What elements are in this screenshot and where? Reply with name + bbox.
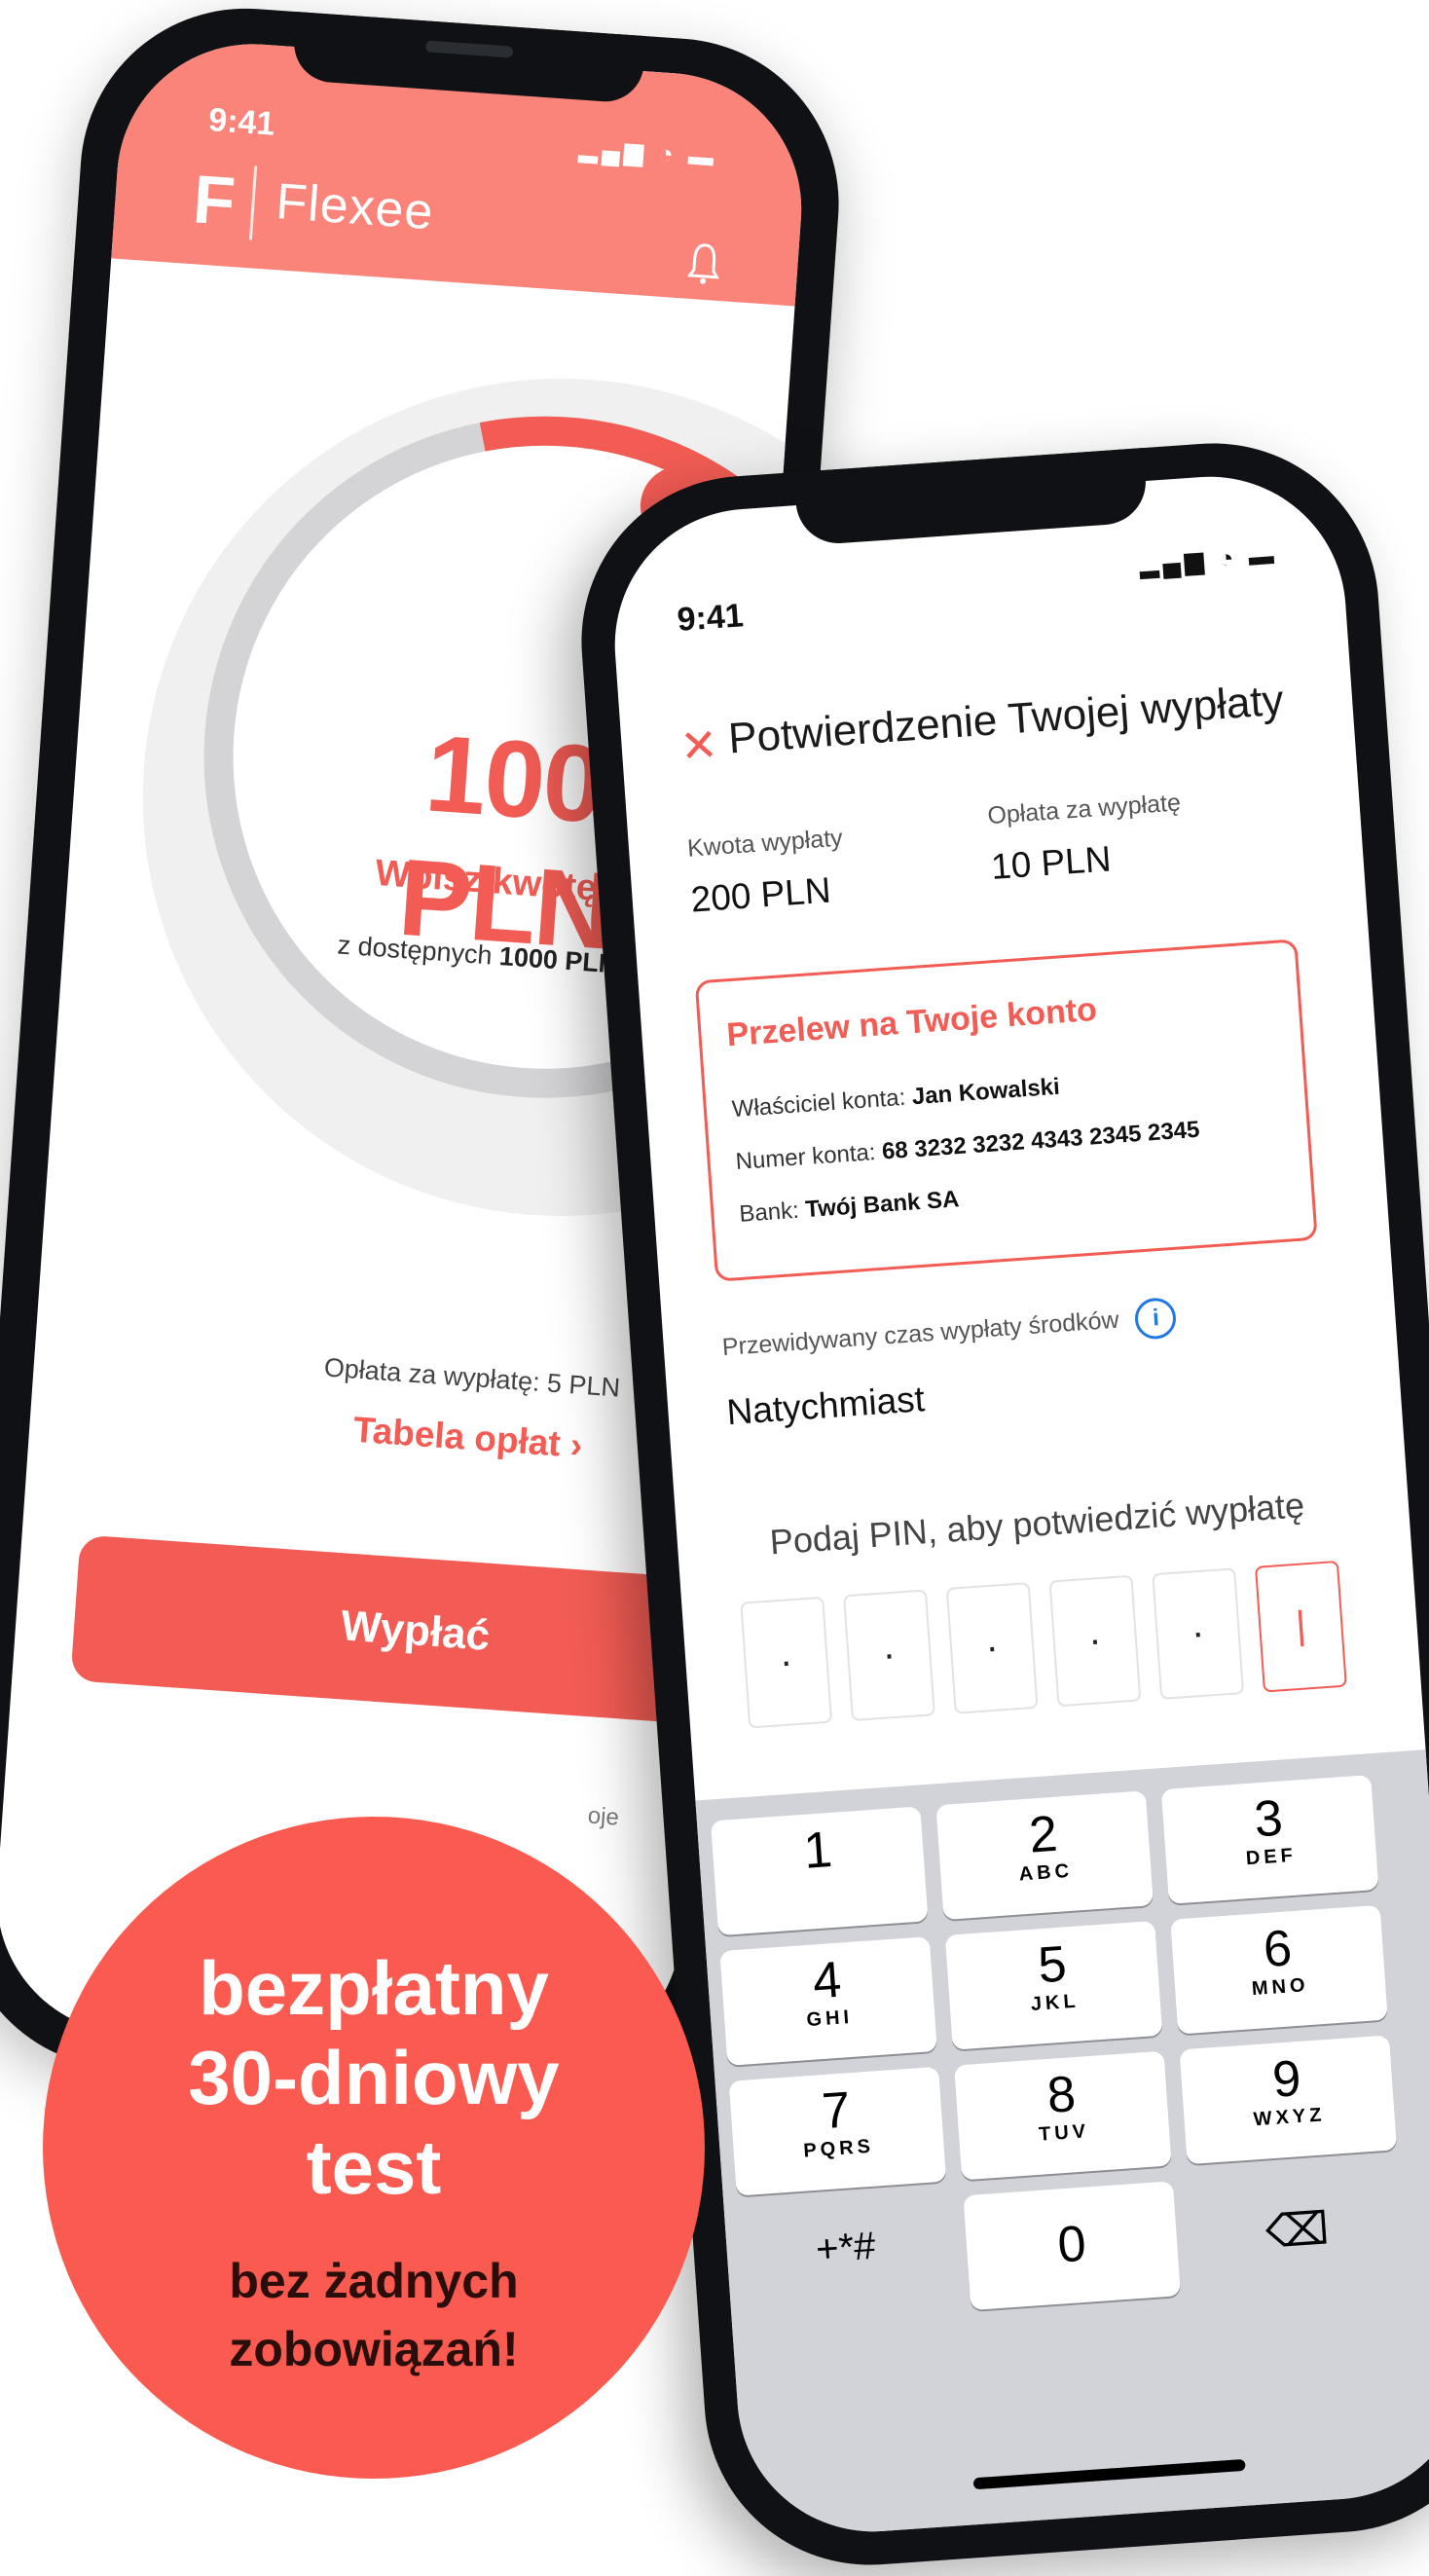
fee-value: 10 PLN xyxy=(989,838,1113,887)
badge-subtitle-2: zobowiązań! xyxy=(229,2322,519,2376)
pin-digit[interactable]: · xyxy=(945,1582,1039,1714)
key-0[interactable]: 0 xyxy=(963,2181,1182,2311)
pin-digit-active[interactable]: | xyxy=(1254,1560,1347,1693)
key-3[interactable]: 3 DEF xyxy=(1160,1775,1379,1904)
front-phone-screen: 9:41 ▂▄▆ ◔ ▬ ✕ Potwierdzenie Twojej wypł… xyxy=(605,467,1429,2541)
key-1[interactable]: 1 xyxy=(710,1806,929,1936)
owner-row: Właściciel konta: Jan Kowalski xyxy=(731,1074,1061,1123)
page-title: Potwierdzenie Twojej wypłaty xyxy=(726,676,1286,763)
badge-line-3: test xyxy=(306,2124,442,2210)
amount-value: 200 PLN xyxy=(689,869,832,920)
bank-label: Bank: xyxy=(738,1196,800,1228)
key-digit: 0 xyxy=(1055,2215,1088,2274)
owner-label: Właściciel konta: xyxy=(731,1084,907,1123)
key-8[interactable]: 8 TUV xyxy=(954,2050,1172,2181)
status-time: 9:41 xyxy=(207,101,276,143)
status-time: 9:41 xyxy=(676,597,745,639)
numeric-keypad: 1 2 ABC 3 DEF 4 GHI 5 JKL 6 MNO 7 PQRS 8 TUV 9W… xyxy=(695,1749,1429,2541)
key-4[interactable]: 4 GHI xyxy=(719,1936,937,2066)
status-icons: ▂▄▆ ◔ ▬ xyxy=(577,132,719,172)
fee-table-link[interactable]: Tabela opłat › xyxy=(263,1403,674,1472)
badge-subtitle-1: bez żadnych xyxy=(229,2254,519,2308)
logo-icon: F xyxy=(191,161,238,240)
transfer-card: Przelew na Twoje konto Właściciel konta:… xyxy=(694,938,1318,1282)
close-icon[interactable]: ✕ xyxy=(678,718,719,773)
badge-line-2: 30-dniowy xyxy=(188,2035,560,2120)
payout-time-label: Przewidywany czas wypłaty środków i xyxy=(721,1296,1178,1370)
key-digit: 1 xyxy=(801,1821,834,1880)
pin-digit[interactable]: · xyxy=(1048,1574,1142,1708)
bank-value: Twój Bank SA xyxy=(804,1186,961,1224)
payout-time-label-text: Przewidywany czas wypłaty środków xyxy=(721,1306,1120,1362)
fee-text: Opłata za wypłatę: 5 PLN xyxy=(322,1352,621,1403)
account-row: Numer konta: 68 3232 3232 4343 2345 2345 xyxy=(735,1117,1201,1176)
pin-digit[interactable]: · xyxy=(1152,1567,1245,1700)
pin-digit[interactable]: · xyxy=(740,1596,833,1729)
nav-item-label[interactable]: oje xyxy=(587,1802,620,1831)
available-value: 1000 PLN xyxy=(497,941,619,979)
pin-digit[interactable]: · xyxy=(843,1589,935,1722)
bank-row: Bank: Twój Bank SA xyxy=(739,1186,961,1229)
symbols-key[interactable]: +*# xyxy=(738,2196,956,2326)
payout-time-value: Natychmiast xyxy=(725,1379,927,1433)
key-6[interactable]: 6 MNO xyxy=(1170,1904,1388,2035)
pin-prompt: Podaj PIN, aby potwiedzić wypłatę xyxy=(768,1485,1306,1563)
available-prefix: z dostępnych xyxy=(336,930,494,971)
key-2[interactable]: 2 ABC xyxy=(935,1790,1154,1921)
account-label: Numer konta: xyxy=(734,1139,877,1176)
bell-icon[interactable] xyxy=(686,240,721,287)
key-5[interactable]: 5 JKL xyxy=(944,1920,1163,2050)
promo-badge: bezpłatny 30-dniowy test bez żadnych zob… xyxy=(43,1817,705,2479)
status-icons: ▂▄▆ ◔ ▬ xyxy=(1138,539,1279,579)
home-indicator[interactable] xyxy=(972,2458,1246,2490)
amount-label: Kwota wypłaty xyxy=(686,824,844,863)
transfer-title: Przelew na Twoje konto xyxy=(725,990,1099,1054)
badge-line-1: bezpłatny xyxy=(199,1945,549,2031)
fee-label: Opłata za wypłatę xyxy=(986,789,1182,830)
info-icon[interactable]: i xyxy=(1134,1296,1178,1341)
key-7[interactable]: 7 PQRS xyxy=(728,2066,947,2196)
backspace-icon[interactable]: ⌫ xyxy=(1189,2165,1407,2295)
brand-name: Flexee xyxy=(274,173,436,241)
key-9[interactable]: 9 WXYZ xyxy=(1179,2035,1398,2165)
logo-divider xyxy=(248,166,258,240)
account-value: 68 3232 3232 4343 2345 2345 xyxy=(881,1116,1201,1165)
owner-value: Jan Kowalski xyxy=(910,1073,1061,1111)
